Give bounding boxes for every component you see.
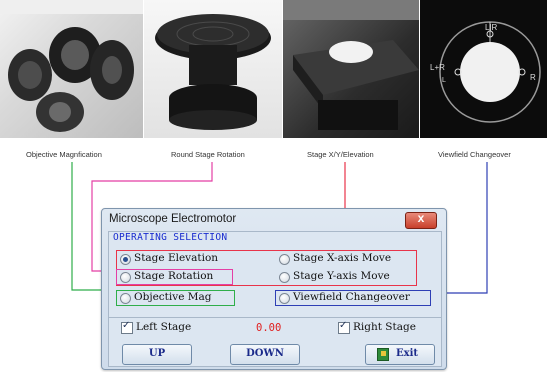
viewfield-label-left-small: L: [442, 77, 446, 84]
viewfield-changeover-photo: L|R L+R L R: [420, 0, 547, 138]
checkbox-label: Right Stage: [353, 321, 416, 333]
operating-selection-label: OPERATING SELECTION: [113, 232, 228, 243]
dialog-title: Microscope Electromotor: [109, 213, 237, 225]
close-icon: x: [417, 211, 425, 225]
viewfield-label-right: R: [530, 73, 536, 82]
caption-round-stage: Round Stage Rotation: [171, 150, 245, 159]
radio-icon[interactable]: [279, 293, 290, 304]
radio-icon[interactable]: [120, 272, 131, 283]
radio-icon[interactable]: [120, 254, 131, 265]
up-button-label: UP: [148, 348, 166, 359]
checkbox-icon[interactable]: [338, 320, 350, 334]
exit-button-label: Exit: [395, 348, 418, 359]
radio-label: Stage X-axis Move: [293, 252, 392, 264]
viewfield-label-top: L|R: [485, 23, 498, 32]
control-panel: Left Stage 0.00 Right Stage UP DOWN Exit: [108, 317, 442, 367]
radio-icon[interactable]: [120, 293, 131, 304]
radio-label: Stage Y-axis Move: [293, 270, 390, 282]
radio-label: Viewfield Changeover: [293, 291, 410, 303]
radio-label: Objective Mag: [134, 291, 212, 303]
title-bar[interactable]: Microscope Electromotor x: [102, 209, 446, 231]
radio-icon[interactable]: [279, 254, 290, 265]
position-value: 0.00: [256, 322, 282, 334]
caption-stage-xy: Stage X/Y/Elevation: [307, 150, 374, 159]
objective-magnification-photo: [0, 0, 143, 138]
viewfield-label-left: L+R: [430, 63, 445, 72]
radio-label: Stage Elevation: [134, 252, 219, 264]
exit-button[interactable]: Exit: [365, 344, 435, 365]
round-stage-rotation-photo: [144, 0, 282, 138]
microscope-electromotor-dialog: Microscope Electromotor x OPERATING SELE…: [101, 208, 447, 370]
up-button[interactable]: UP: [122, 344, 192, 365]
caption-viewfield: Viewfield Changeover: [438, 150, 511, 159]
stage-xy-elevation-photo: [283, 0, 419, 138]
checkbox-label: Left Stage: [136, 321, 192, 333]
radio-icon[interactable]: [279, 272, 290, 283]
down-button-label: DOWN: [246, 348, 284, 359]
radio-label: Stage Rotation: [134, 270, 214, 282]
checkbox-icon[interactable]: [121, 320, 133, 334]
operating-selection-group: OPERATING SELECTION Stage Elevation Stag…: [108, 231, 442, 318]
caption-objective: Objective Magnfication: [26, 150, 102, 159]
down-button[interactable]: DOWN: [230, 344, 300, 365]
close-button[interactable]: x: [405, 211, 437, 229]
